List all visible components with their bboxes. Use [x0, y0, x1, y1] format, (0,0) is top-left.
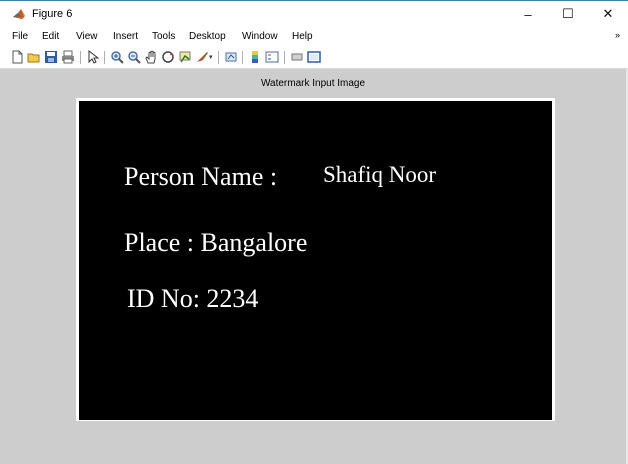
colorbar-icon[interactable]	[248, 50, 262, 64]
brush-dropdown-icon[interactable]: ▾	[209, 53, 213, 61]
title-bar[interactable]: Figure 6 – ☐ ✕	[0, 1, 628, 27]
edit-plot-arrow-icon[interactable]	[86, 50, 100, 64]
save-icon[interactable]	[44, 50, 58, 64]
menu-view[interactable]: View	[76, 30, 98, 44]
pan-hand-icon[interactable]	[144, 50, 158, 64]
menu-file[interactable]: File	[12, 30, 28, 44]
menu-desktop[interactable]: Desktop	[189, 30, 226, 44]
zoom-in-icon[interactable]	[110, 50, 124, 64]
link-plot-icon[interactable]	[224, 50, 238, 64]
rotate-3d-icon[interactable]	[161, 50, 175, 64]
toolbar-separator	[242, 51, 243, 64]
legend-icon[interactable]	[265, 50, 279, 64]
brush-icon[interactable]	[195, 50, 209, 64]
person-name-label: Person Name :	[124, 162, 278, 191]
toolbar-separator	[218, 51, 219, 64]
menu-bar: File Edit View Insert Tools Desktop Wind…	[0, 27, 628, 47]
matlab-logo-icon	[13, 9, 25, 19]
window-title: Figure 6	[32, 8, 73, 20]
menu-help[interactable]: Help	[292, 30, 313, 44]
close-icon: ✕	[602, 6, 614, 21]
figure-canvas[interactable]: Watermark Input Image Person Name : Shaf…	[0, 69, 626, 464]
person-name-value: Shafiq Noor	[323, 162, 437, 187]
image-axes[interactable]: Person Name : Shafiq Noor Place : Bangal…	[76, 98, 555, 421]
toolbar-separator	[104, 51, 105, 64]
menu-tools[interactable]: Tools	[152, 30, 175, 44]
maximize-icon: ☐	[562, 6, 574, 21]
place-text: Place : Bangalore	[124, 228, 308, 257]
new-figure-icon[interactable]	[10, 50, 24, 64]
zoom-out-icon[interactable]	[127, 50, 141, 64]
watermark-input-image: Person Name : Shafiq Noor Place : Bangal…	[79, 101, 552, 420]
open-file-icon[interactable]	[27, 50, 41, 64]
menu-edit[interactable]: Edit	[42, 30, 59, 44]
toolbar-separator	[80, 51, 81, 64]
menu-window[interactable]: Window	[242, 30, 278, 44]
hide-plot-tools-icon[interactable]	[290, 50, 304, 64]
figure-window: Figure 6 – ☐ ✕ File Edit View Insert Too…	[0, 0, 628, 464]
menu-overflow-icon[interactable]: »	[615, 30, 620, 40]
toolbar-separator	[284, 51, 285, 64]
close-button[interactable]: ✕	[588, 1, 628, 27]
axes-title: Watermark Input Image	[260, 78, 366, 89]
figure-toolbar: ▾	[0, 47, 628, 69]
print-icon[interactable]	[61, 50, 75, 64]
minimize-icon: –	[524, 6, 532, 22]
id-number-text: ID No: 2234	[127, 284, 259, 313]
minimize-button[interactable]: –	[508, 1, 548, 27]
data-cursor-icon[interactable]	[178, 50, 192, 64]
maximize-button[interactable]: ☐	[548, 1, 588, 27]
menu-insert[interactable]: Insert	[113, 30, 138, 44]
show-plot-tools-icon[interactable]	[307, 50, 321, 64]
